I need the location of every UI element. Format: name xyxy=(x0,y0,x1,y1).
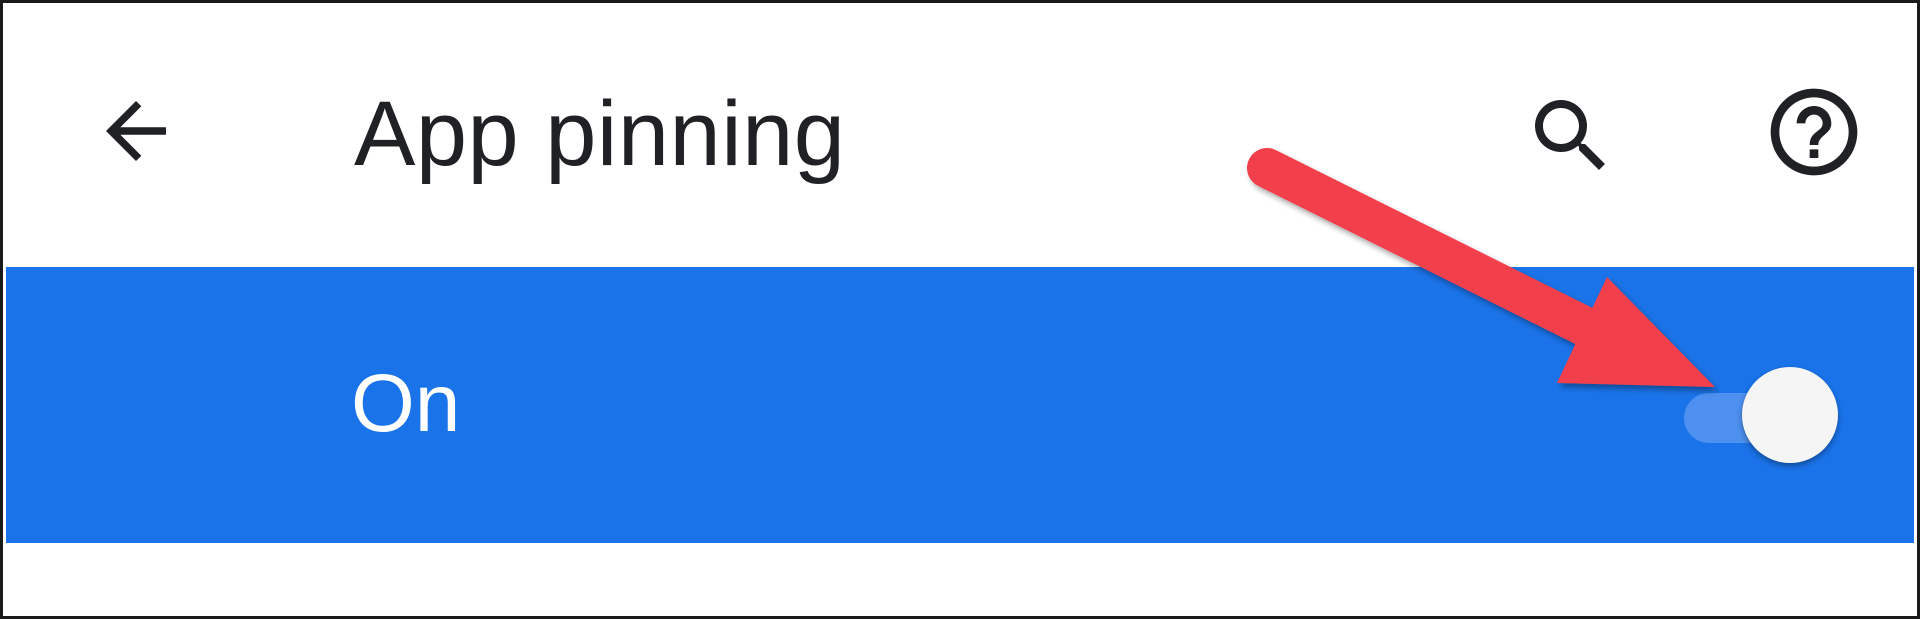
master-switch-row[interactable]: On xyxy=(6,267,1914,543)
app-bar: App pinning xyxy=(6,6,1914,266)
page-title: App pinning xyxy=(354,83,846,185)
toggle-thumb xyxy=(1742,367,1838,463)
screenshot-frame: App pinning On xyxy=(0,0,1920,619)
back-button[interactable] xyxy=(86,86,186,176)
help-circle-icon xyxy=(1770,88,1858,176)
search-button[interactable] xyxy=(1516,86,1626,186)
search-icon xyxy=(1535,100,1605,170)
master-switch-label: On xyxy=(351,358,461,449)
arrow-back-icon xyxy=(106,101,166,161)
master-toggle-switch[interactable] xyxy=(1678,359,1838,463)
help-button[interactable] xyxy=(1762,80,1866,184)
